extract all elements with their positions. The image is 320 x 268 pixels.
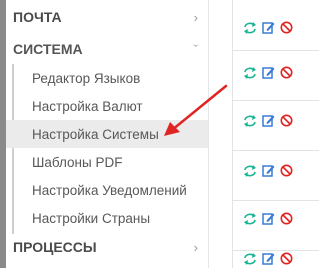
section-label: ПРОЦЕССЫ xyxy=(13,239,97,255)
row-separator xyxy=(233,150,319,151)
annotation-arrow xyxy=(164,84,228,136)
sidebar-section-mail[interactable]: ПОЧТА › xyxy=(6,0,208,34)
delete-icon[interactable] xyxy=(280,212,293,225)
row-actions xyxy=(243,66,293,79)
row-actions xyxy=(243,21,293,34)
row-separator xyxy=(233,250,319,251)
edit-icon[interactable] xyxy=(262,212,275,225)
sync-icon[interactable] xyxy=(243,66,257,79)
delete-icon[interactable] xyxy=(280,114,293,127)
chevron-right-icon: › xyxy=(193,9,198,25)
chevron-down-icon: ˇ xyxy=(193,41,198,57)
delete-icon[interactable] xyxy=(280,164,293,177)
actions-column xyxy=(232,0,319,268)
edit-icon[interactable] xyxy=(262,21,275,34)
sidebar-item-label: Настройка Уведомлений xyxy=(32,182,187,198)
row-separator xyxy=(233,50,319,51)
edit-icon[interactable] xyxy=(262,164,275,177)
edit-icon[interactable] xyxy=(262,66,275,79)
sidebar-section-processes[interactable]: ПРОЦЕССЫ › xyxy=(6,230,208,264)
row-separator xyxy=(233,200,319,201)
sync-icon[interactable] xyxy=(243,252,257,265)
row-actions xyxy=(243,252,293,265)
edit-icon[interactable] xyxy=(262,114,275,127)
sync-icon[interactable] xyxy=(243,114,257,127)
sync-icon[interactable] xyxy=(243,164,257,177)
sidebar-item-label: Настройки Страны xyxy=(32,210,151,226)
sync-icon[interactable] xyxy=(243,21,257,34)
row-actions xyxy=(243,212,293,225)
sidebar-item-label: Настройка Валют xyxy=(32,98,143,114)
delete-icon[interactable] xyxy=(280,66,293,79)
row-actions xyxy=(243,164,293,177)
chevron-right-icon: › xyxy=(193,239,198,255)
sidebar-section-system[interactable]: СИСТЕМА ˇ xyxy=(6,32,208,66)
sidebar-item-country-settings[interactable]: Настройки Страны xyxy=(6,204,208,232)
sidebar-item-label: Настройка Системы xyxy=(32,126,159,142)
section-label: ПОЧТА xyxy=(13,9,62,25)
sidebar-item-label: Шаблоны PDF xyxy=(32,154,123,170)
section-label: СИСТЕМА xyxy=(13,41,83,57)
app: ПОЧТА › СИСТЕМА ˇ Редактор Языков Настро… xyxy=(0,0,319,268)
row-separator xyxy=(233,100,319,101)
row-actions xyxy=(243,114,293,127)
sync-icon[interactable] xyxy=(243,212,257,225)
delete-icon[interactable] xyxy=(280,21,293,34)
edit-icon[interactable] xyxy=(262,252,275,265)
sidebar-item-label: Редактор Языков xyxy=(32,70,141,86)
delete-icon[interactable] xyxy=(280,252,293,265)
sidebar-item-notification-settings[interactable]: Настройка Уведомлений xyxy=(6,176,208,204)
sidebar-item-pdf-templates[interactable]: Шаблоны PDF xyxy=(6,148,208,176)
